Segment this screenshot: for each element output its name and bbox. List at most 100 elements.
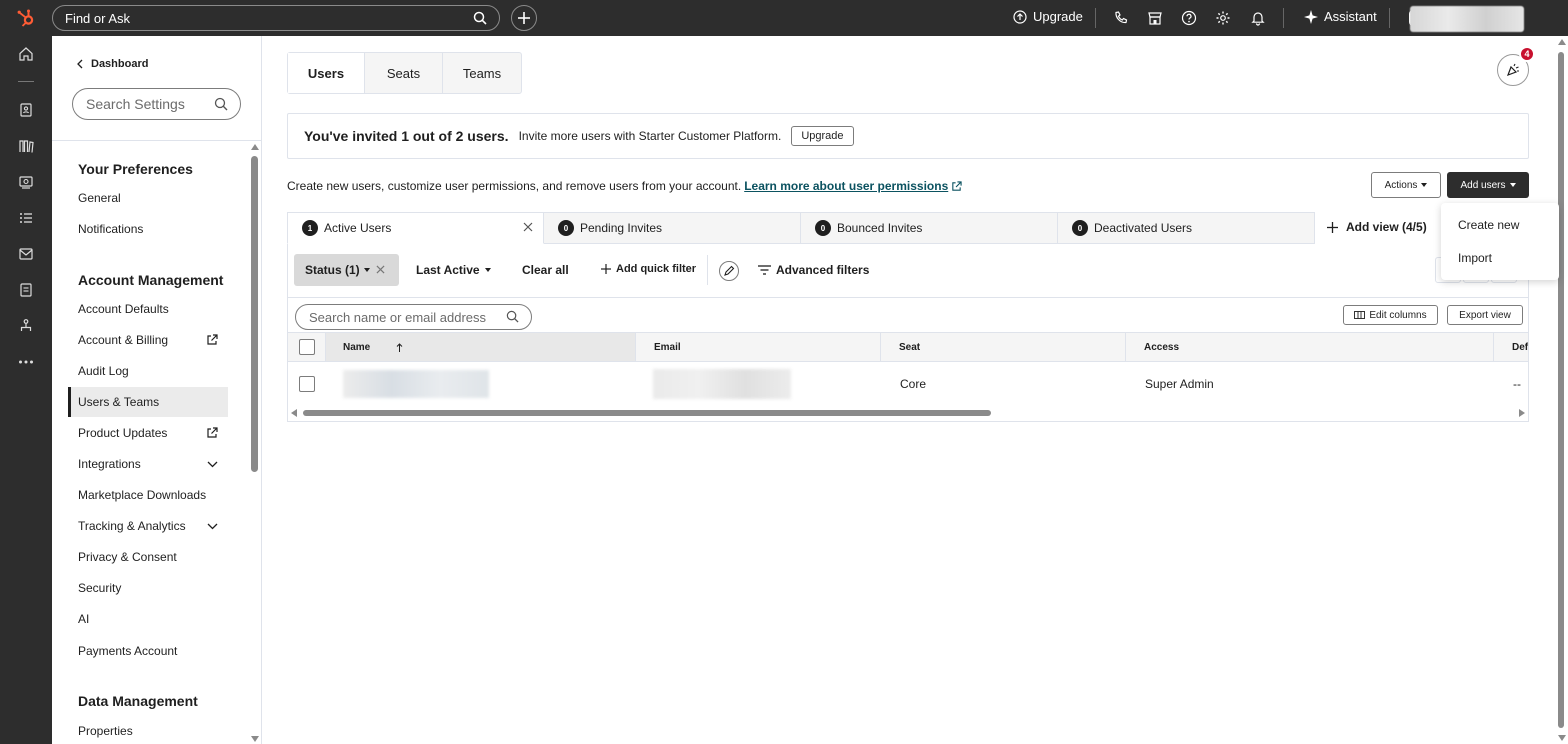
inbox-icon[interactable] <box>18 246 34 262</box>
plus-icon <box>601 264 611 274</box>
horizontal-scroll-thumb[interactable] <box>303 410 991 416</box>
learn-more-link[interactable]: Learn more about user permissions <box>744 179 948 193</box>
caret-down-icon <box>1509 183 1516 187</box>
search-icon <box>473 11 487 25</box>
phone-icon[interactable] <box>1113 10 1129 26</box>
home-icon[interactable] <box>18 46 34 62</box>
notifications-bell-icon[interactable] <box>1250 10 1266 26</box>
menu-item-create-new[interactable]: Create new <box>1458 218 1519 232</box>
view-tab-label: Deactivated Users <box>1094 221 1193 235</box>
page-scrollbar[interactable] <box>1556 36 1568 744</box>
sidebar-item-audit-log[interactable]: Audit Log <box>68 356 228 386</box>
row-checkbox[interactable] <box>299 376 315 392</box>
view-tab-deactivated-users[interactable]: 0 Deactivated Users <box>1058 212 1315 244</box>
sidebar-item-notifications[interactable]: Notifications <box>68 214 228 244</box>
table-header: Name Email Seat Access Def <box>288 332 1528 362</box>
sidebar-item-payments-account[interactable]: Payments Account <box>68 636 228 666</box>
sidebar-item-marketplace-downloads[interactable]: Marketplace Downloads <box>68 480 228 510</box>
sidebar-item-account-defaults[interactable]: Account Defaults <box>68 294 228 324</box>
marketplace-icon[interactable] <box>1147 10 1163 26</box>
sidebar-scrollbar[interactable] <box>251 142 261 744</box>
page-scroll-thumb[interactable] <box>1558 52 1564 728</box>
column-header-default[interactable]: Def <box>1493 333 1528 361</box>
hubspot-logo-icon[interactable] <box>16 8 36 28</box>
access-cell: Super Admin <box>1145 377 1214 391</box>
scroll-up-arrow-icon[interactable] <box>251 144 259 150</box>
view-tab-pending-invites[interactable]: 0 Pending Invites <box>544 212 801 244</box>
sidebar-item-product-updates[interactable]: Product Updates <box>68 418 228 448</box>
library-icon[interactable] <box>18 138 34 154</box>
back-to-dashboard-link[interactable]: Dashboard <box>76 58 148 70</box>
upgrade-button[interactable]: Upgrade <box>1013 9 1083 24</box>
topbar-divider <box>1095 8 1096 28</box>
automation-icon[interactable] <box>18 318 34 334</box>
global-search-input[interactable]: Find or Ask <box>52 5 500 31</box>
sidebar-item-security[interactable]: Security <box>68 573 228 603</box>
user-email-cell <box>653 362 791 406</box>
add-users-button[interactable]: Add users <box>1447 172 1529 198</box>
scroll-down-arrow-icon[interactable] <box>1558 735 1566 741</box>
user-name-cell[interactable] <box>343 362 489 406</box>
sidebar-item-tracking-analytics[interactable]: Tracking & Analytics <box>68 511 228 541</box>
sidebar-item-label: Payments Account <box>78 644 178 658</box>
marketing-icon[interactable] <box>18 174 34 190</box>
clear-all-button[interactable]: Clear all <box>522 263 569 277</box>
scroll-up-arrow-icon[interactable] <box>1558 39 1566 45</box>
notification-count-badge: 4 <box>1519 46 1535 62</box>
close-view-icon[interactable] <box>523 222 533 232</box>
tab-teams[interactable]: Teams <box>443 53 521 93</box>
menu-item-import[interactable]: Import <box>1458 251 1492 265</box>
remove-filter-icon[interactable] <box>376 265 385 274</box>
edit-columns-button[interactable]: Edit columns <box>1343 305 1438 325</box>
scroll-down-arrow-icon[interactable] <box>251 736 259 742</box>
tab-seats[interactable]: Seats <box>365 53 443 93</box>
sidebar-item-label: Users & Teams <box>78 395 160 409</box>
advanced-filters-button[interactable]: Advanced filters <box>758 263 869 277</box>
sidebar-item-general[interactable]: General <box>68 183 228 213</box>
last-active-filter[interactable]: Last Active <box>416 263 491 277</box>
help-icon[interactable] <box>1181 10 1197 26</box>
tab-users[interactable]: Users <box>288 53 365 93</box>
description-text: Create new users, customize user permiss… <box>287 179 742 193</box>
sidebar-scroll-thumb[interactable] <box>251 156 258 472</box>
documents-icon[interactable] <box>18 282 34 298</box>
banner-text: Invite more users with Starter Customer … <box>518 129 782 143</box>
create-new-button[interactable] <box>511 5 537 31</box>
sidebar-item-properties[interactable]: Properties <box>68 716 228 744</box>
sidebar-item-users-teams[interactable]: Users & Teams <box>68 387 228 417</box>
sidebar-item-integrations[interactable]: Integrations <box>68 449 228 479</box>
page-description: Create new users, customize user permiss… <box>287 179 962 193</box>
view-tab-bounced-invites[interactable]: 0 Bounced Invites <box>801 212 1058 244</box>
assistant-button[interactable]: Assistant <box>1304 9 1377 24</box>
table-search-input[interactable]: Search name or email address <box>295 304 532 330</box>
banner-upgrade-button[interactable]: Upgrade <box>791 126 854 146</box>
table-horizontal-scrollbar[interactable] <box>288 406 1528 420</box>
sidebar-item-privacy-consent[interactable]: Privacy & Consent <box>68 542 228 572</box>
account-menu-redacted[interactable] <box>1410 6 1524 32</box>
contacts-icon[interactable] <box>18 102 34 118</box>
view-tab-active-users[interactable]: 1 Active Users <box>287 212 544 244</box>
scroll-right-arrow-icon[interactable] <box>1519 409 1525 417</box>
scroll-left-arrow-icon[interactable] <box>291 409 297 417</box>
add-view-button[interactable]: Add view (4/5) <box>1327 220 1427 234</box>
upgrade-arrow-icon <box>1013 9 1027 24</box>
more-dots-icon[interactable] <box>18 354 34 370</box>
column-header-name[interactable]: Name <box>325 333 635 361</box>
column-header-email[interactable]: Email <box>635 333 880 361</box>
settings-gear-icon[interactable] <box>1215 10 1231 26</box>
export-view-button[interactable]: Export view <box>1447 305 1523 325</box>
list-icon[interactable] <box>18 210 34 226</box>
actions-dropdown-button[interactable]: Actions <box>1371 172 1441 198</box>
settings-search-input[interactable]: Search Settings <box>72 88 241 120</box>
add-quick-filter-button[interactable]: Add quick filter <box>601 263 696 275</box>
sidebar-item-label: Tracking & Analytics <box>78 519 186 533</box>
edit-filters-button[interactable] <box>719 261 739 281</box>
column-header-access[interactable]: Access <box>1125 333 1493 361</box>
column-header-seat[interactable]: Seat <box>880 333 1125 361</box>
table-row[interactable]: Core Super Admin -- <box>288 362 1528 406</box>
sidebar-item-label: Product Updates <box>78 426 168 440</box>
status-filter[interactable]: Status (1) <box>294 254 399 286</box>
select-all-checkbox[interactable] <box>299 339 315 355</box>
sidebar-item-ai[interactable]: AI <box>68 604 228 634</box>
sidebar-item-account-billing[interactable]: Account & Billing <box>68 325 228 355</box>
